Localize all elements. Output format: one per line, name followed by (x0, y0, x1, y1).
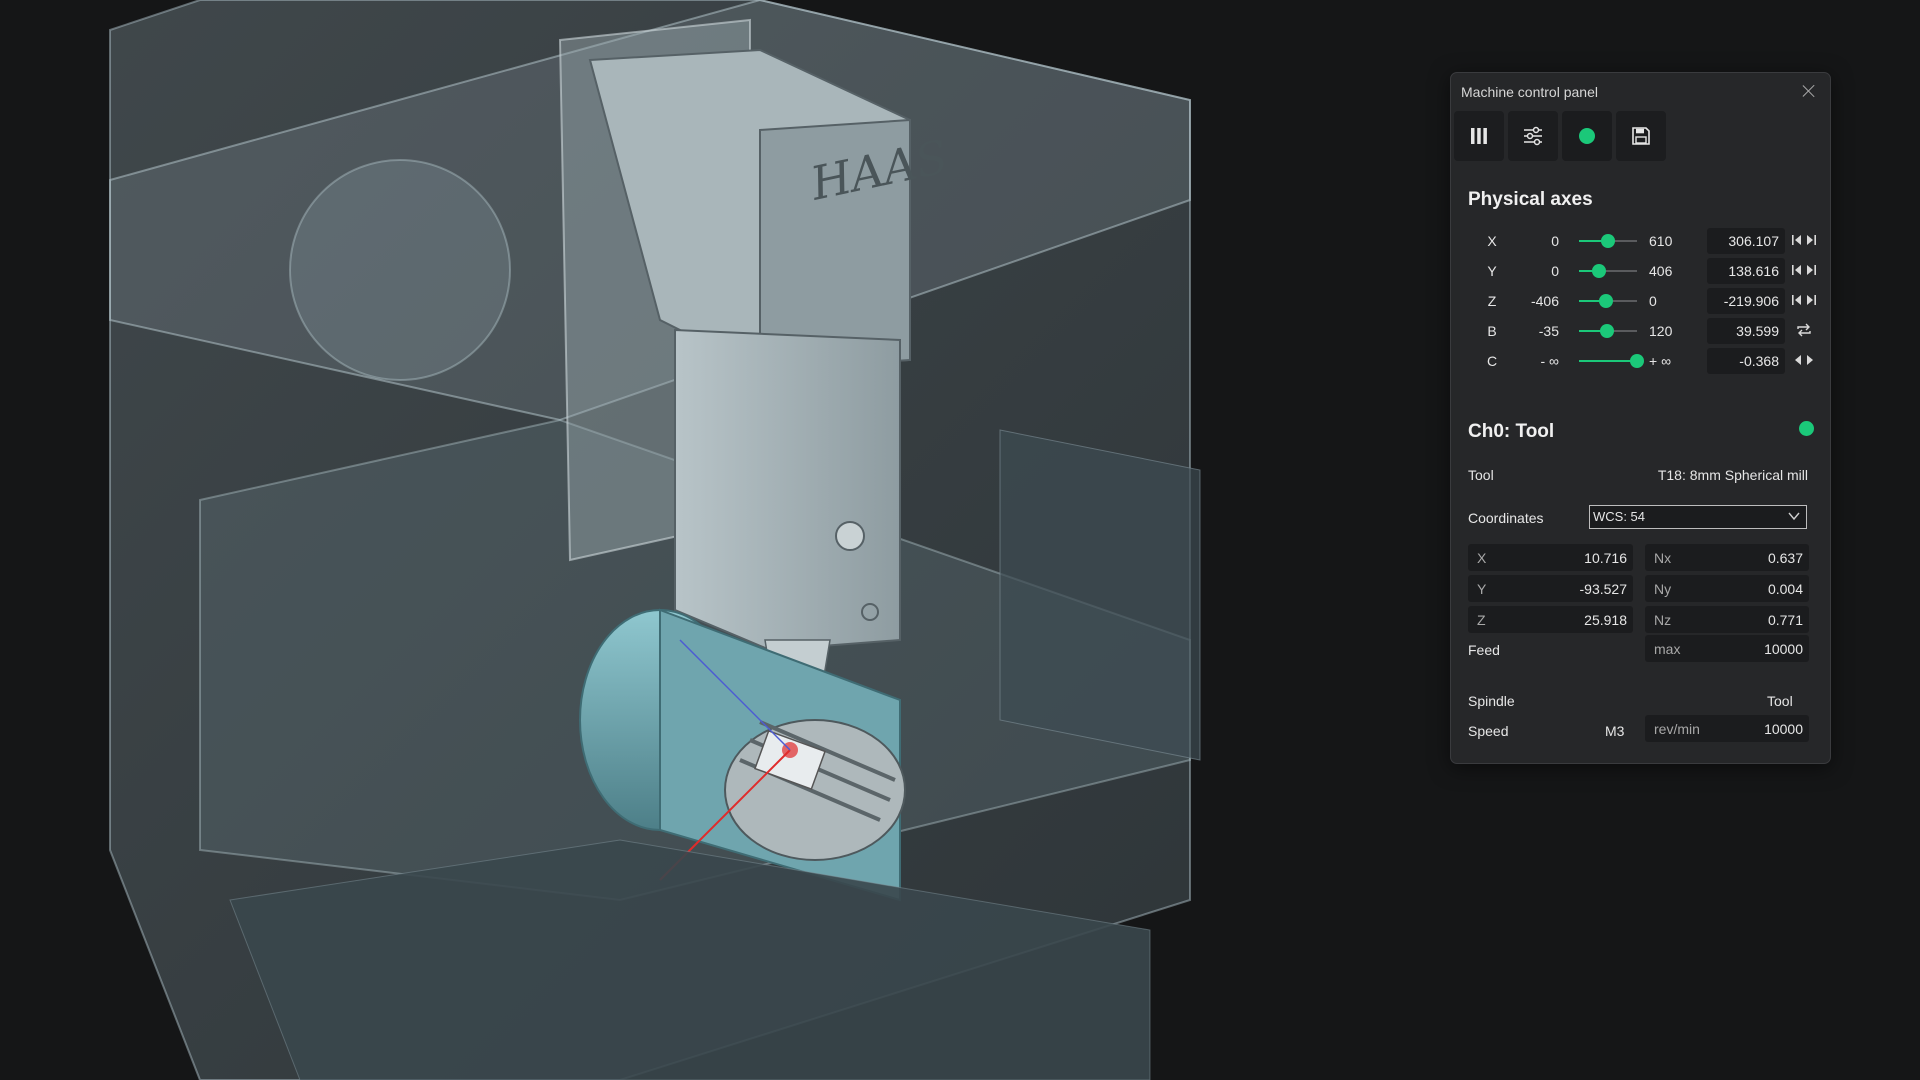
save-icon (1632, 127, 1650, 145)
channel-status-dot (1799, 421, 1814, 436)
axis-value-field[interactable]: 39.599 (1707, 318, 1785, 344)
coordinates-select[interactable]: WCS: 54 (1589, 505, 1807, 529)
normal-value: 0.637 (1767, 550, 1803, 566)
axis-slider-fill (1579, 360, 1637, 362)
axis-min: - ∞ (1540, 353, 1559, 369)
coord-label: Z (1477, 612, 1486, 628)
axis-slider-thumb[interactable] (1630, 354, 1644, 368)
axis-name: X (1487, 233, 1497, 249)
axis-slider[interactable] (1579, 354, 1644, 368)
axis-max: 406 (1649, 263, 1673, 279)
speed-field[interactable]: rev/min 10000 (1645, 715, 1809, 742)
axis-value-field[interactable]: -0.368 (1707, 348, 1785, 374)
coord-value: 25.918 (1584, 612, 1627, 628)
axis-name: C (1486, 353, 1498, 369)
normal-field-nx[interactable]: Nx 0.637 (1645, 544, 1809, 571)
spindle-source: Tool (1767, 693, 1793, 709)
close-icon[interactable] (1800, 82, 1818, 100)
speed-unit: rev/min (1654, 721, 1700, 737)
columns-icon (1471, 128, 1487, 144)
save-button[interactable] (1616, 111, 1666, 161)
axis-value-field[interactable]: 138.616 (1707, 258, 1785, 284)
axis-slider-thumb[interactable] (1598, 294, 1613, 308)
axis-row-z: Z -406 0 -219.906 (1451, 287, 1832, 315)
feed-value: 10000 (1764, 641, 1803, 657)
axis-slider[interactable] (1579, 264, 1637, 278)
status-dot-icon (1579, 128, 1595, 144)
panel-title: Machine control panel (1461, 84, 1598, 100)
skip-icon (1791, 293, 1817, 309)
coord-field-y[interactable]: Y -93.527 (1468, 575, 1633, 602)
axis-min: -35 (1538, 323, 1559, 339)
coord-value: 10.716 (1584, 550, 1627, 566)
axis-max: 610 (1649, 233, 1673, 249)
settings-button[interactable] (1508, 111, 1558, 161)
coordinates-label: Coordinates (1468, 510, 1544, 526)
normal-value: 0.771 (1767, 612, 1803, 628)
panel-toolbar (1454, 111, 1666, 161)
loop-icon (1795, 323, 1813, 340)
feed-label: Feed (1468, 642, 1500, 658)
normal-label: Ny (1654, 581, 1672, 597)
axis-control-button[interactable] (1788, 351, 1820, 371)
sliders-icon (1524, 126, 1542, 146)
axis-name: B (1487, 323, 1497, 339)
status-button[interactable] (1562, 111, 1612, 161)
normal-label: Nx (1654, 550, 1672, 566)
coord-value: -93.527 (1579, 581, 1627, 597)
axis-row-x: X 0 610 306.107 (1451, 227, 1832, 255)
channel-title: Ch0: Tool (1468, 421, 1555, 442)
tool-label: Tool (1468, 467, 1494, 483)
tool-value: T18: 8mm Spherical mill (1657, 467, 1808, 483)
coord-field-z[interactable]: Z 25.918 (1468, 606, 1633, 633)
normal-label: Nz (1654, 612, 1672, 628)
normal-field-nz[interactable]: Nz 0.771 (1645, 606, 1809, 633)
feed-field[interactable]: max 10000 (1645, 635, 1809, 662)
axis-max: 0 (1649, 293, 1657, 309)
coord-label: Y (1477, 581, 1487, 597)
axes-view-button[interactable] (1454, 111, 1504, 161)
skip-icon (1791, 263, 1817, 279)
speed-label: Speed (1468, 723, 1509, 739)
axis-slider[interactable] (1579, 324, 1637, 338)
axis-row-c: C - ∞ + ∞ -0.368 (1451, 347, 1832, 375)
feed-unit: max (1654, 641, 1681, 657)
speed-value: 10000 (1764, 721, 1803, 737)
axis-name: Z (1487, 293, 1497, 309)
speed-mode: M3 (1605, 723, 1625, 739)
axis-slider-thumb[interactable] (1591, 264, 1606, 278)
coord-label: X (1477, 550, 1487, 566)
axis-row-b: B -35 120 39.599 (1451, 317, 1832, 345)
normal-field-ny[interactable]: Ny 0.004 (1645, 575, 1809, 602)
axis-row-y: Y 0 406 138.616 (1451, 257, 1832, 285)
axis-slider-thumb[interactable] (1601, 234, 1615, 248)
axis-value-field[interactable]: 306.107 (1707, 228, 1785, 254)
axis-max: 120 (1649, 323, 1673, 339)
axis-control-button[interactable] (1788, 321, 1820, 341)
axis-control-button[interactable] (1788, 261, 1820, 281)
axis-control-button[interactable] (1788, 231, 1820, 251)
chevron-down-icon (1788, 512, 1800, 521)
axis-max: + ∞ (1649, 353, 1672, 369)
axis-slider-thumb[interactable] (1600, 324, 1615, 338)
axis-value-field[interactable]: -219.906 (1707, 288, 1785, 314)
coord-field-x[interactable]: X 10.716 (1468, 544, 1633, 571)
axis-name: Y (1487, 263, 1497, 279)
axis-min: -406 (1530, 293, 1559, 309)
normal-value: 0.004 (1767, 581, 1803, 597)
axis-slider[interactable] (1579, 294, 1637, 308)
axis-min: 0 (1551, 263, 1559, 279)
spindle-label: Spindle (1468, 693, 1515, 709)
axis-slider[interactable] (1579, 234, 1637, 248)
step-icon (1793, 353, 1815, 369)
skip-icon (1791, 233, 1817, 249)
machine-control-panel: Machine control panel Physical axes X 0 … (1450, 72, 1831, 764)
axis-control-button[interactable] (1788, 291, 1820, 311)
coordinates-value: WCS: 54 (1593, 509, 1646, 524)
physical-axes-title: Physical axes (1468, 189, 1593, 210)
axis-min: 0 (1551, 233, 1559, 249)
